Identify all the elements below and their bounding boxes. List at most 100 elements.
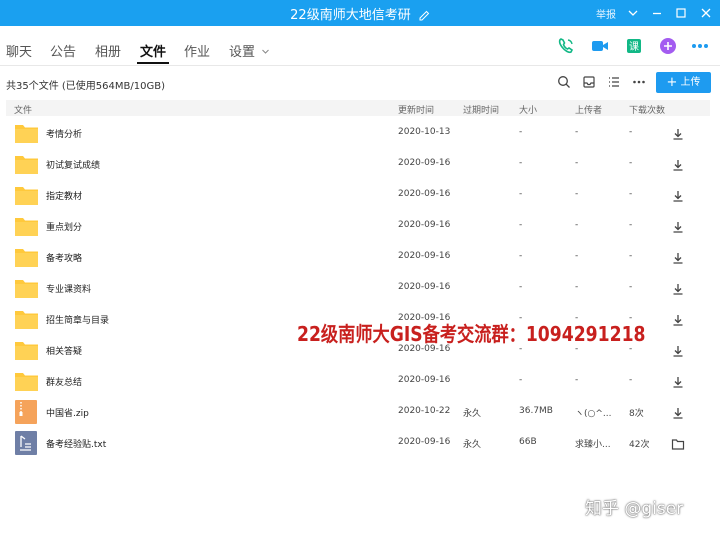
more-icon[interactable]: [690, 36, 710, 56]
tab-files[interactable]: 文件: [140, 41, 166, 60]
folder-icon: [14, 183, 39, 207]
file-downloads: 42次: [629, 440, 650, 450]
file-size: -: [519, 127, 523, 137]
file-expires: 永久: [463, 440, 482, 450]
file-downloads: -: [629, 189, 633, 199]
folder-icon: [14, 245, 39, 269]
file-size: 66B: [519, 437, 537, 447]
file-size: -: [519, 251, 523, 261]
table-header: [6, 100, 710, 116]
table-row[interactable]: 备考攻略 2020-09-16 - - -: [6, 242, 710, 273]
download-icon[interactable]: [671, 219, 685, 233]
column-downloads[interactable]: 下载次数: [629, 103, 665, 116]
tab-notice[interactable]: 公告: [50, 41, 76, 60]
file-name[interactable]: 考情分析: [46, 127, 82, 140]
zhihu-watermark: 知乎 @giser: [585, 499, 684, 519]
video-icon[interactable]: [590, 36, 610, 56]
column-file[interactable]: 文件: [14, 103, 32, 116]
file-expires: 永久: [463, 409, 482, 419]
table-row[interactable]: 指定教材 2020-09-16 - - -: [6, 180, 710, 211]
file-size: 36.7MB: [519, 406, 553, 416]
file-uploader: -: [575, 251, 579, 261]
table-row[interactable]: 考情分析 2020-10-13 - - -: [6, 118, 710, 149]
file-uploader: -: [575, 189, 579, 199]
file-name[interactable]: 专业课资料: [46, 282, 91, 295]
maximize-icon[interactable]: [672, 4, 690, 22]
chevron-down-icon[interactable]: [624, 4, 642, 22]
file-name[interactable]: 指定教材: [46, 189, 82, 202]
add-app-icon[interactable]: [658, 36, 678, 56]
file-size: -: [519, 220, 523, 230]
download-icon[interactable]: [671, 250, 685, 264]
chevron-down-icon: [262, 49, 270, 54]
file-updated: 2020-09-16: [398, 251, 451, 261]
download-icon[interactable]: [671, 343, 685, 357]
file-summary: 共35个文件 (已使用564MB/10GB): [6, 81, 165, 92]
file-uploader: ヽ(○^...: [575, 409, 612, 419]
file-downloads: -: [629, 220, 633, 230]
file-updated: 2020-09-16: [398, 375, 451, 385]
upload-button[interactable]: + 上传: [656, 72, 711, 93]
inbox-icon[interactable]: [582, 75, 596, 89]
edit-icon[interactable]: [419, 10, 430, 21]
file-name[interactable]: 招生简章与目录: [46, 313, 109, 326]
download-icon[interactable]: [671, 281, 685, 295]
file-name[interactable]: 相关答疑: [46, 344, 82, 357]
file-downloads: 8次: [629, 409, 644, 419]
divider: [0, 65, 720, 66]
file-updated: 2020-10-13: [398, 127, 451, 137]
column-updated[interactable]: 更新时间: [398, 103, 434, 116]
folder-icon: [14, 214, 39, 238]
list-view-icon[interactable]: [607, 75, 621, 89]
file-name[interactable]: 群友总结: [46, 375, 82, 388]
table-row[interactable]: 备考经验贴.txt 2020-09-16 永久 66B 求臻小... 42次: [6, 428, 710, 459]
file-downloads: -: [629, 282, 633, 292]
table-row[interactable]: 专业课资料 2020-09-16 - - -: [6, 273, 710, 304]
download-icon[interactable]: [671, 188, 685, 202]
file-updated: 2020-09-16: [398, 282, 451, 292]
column-expires[interactable]: 过期时间: [463, 103, 499, 116]
download-icon[interactable]: [671, 374, 685, 388]
file-uploader: -: [575, 282, 579, 292]
download-icon[interactable]: [671, 405, 685, 419]
tab-settings[interactable]: 设置: [229, 41, 270, 60]
table-row[interactable]: 中国省.zip 2020-10-22 永久 36.7MB ヽ(○^... 8次: [6, 397, 710, 428]
tab-album[interactable]: 相册: [95, 41, 121, 60]
title-bar: 22级南师大地信考研 举报: [0, 0, 720, 26]
download-icon[interactable]: [671, 126, 685, 140]
tab-chat[interactable]: 聊天: [6, 41, 32, 60]
table-row[interactable]: 群友总结 2020-09-16 - - -: [6, 366, 710, 397]
file-uploader: -: [575, 375, 579, 385]
upload-label: 上传: [680, 77, 701, 88]
tab-homework[interactable]: 作业: [184, 41, 210, 60]
file-name[interactable]: 备考经验贴.txt: [46, 437, 106, 450]
file-name[interactable]: 备考攻略: [46, 251, 82, 264]
folder-icon: [14, 276, 39, 300]
minimize-icon[interactable]: [648, 4, 666, 22]
column-size[interactable]: 大小: [519, 103, 537, 116]
more-options-icon[interactable]: [632, 75, 646, 89]
file-name[interactable]: 重点划分: [46, 220, 82, 233]
file-uploader: -: [575, 220, 579, 230]
report-link[interactable]: 举报: [596, 6, 616, 21]
folder-icon: [14, 307, 39, 331]
file-updated: 2020-09-16: [398, 437, 451, 447]
download-icon[interactable]: [671, 312, 685, 326]
column-uploader[interactable]: 上传者: [575, 103, 602, 116]
table-row[interactable]: 重点划分 2020-09-16 - - -: [6, 211, 710, 242]
svg-text:课: 课: [629, 41, 639, 53]
class-icon[interactable]: 课: [624, 36, 644, 56]
close-icon[interactable]: [697, 4, 715, 22]
qq-group-watermark: 22级南师大GIS备考交流群：1094291218: [297, 322, 646, 346]
download-icon[interactable]: [671, 157, 685, 171]
phone-icon[interactable]: [556, 36, 576, 56]
search-icon[interactable]: [557, 75, 571, 89]
zip-file-icon: [14, 400, 39, 424]
open-folder-icon[interactable]: [671, 436, 685, 450]
folder-icon: [14, 121, 39, 145]
file-name[interactable]: 中国省.zip: [46, 406, 89, 419]
file-updated: 2020-09-16: [398, 189, 451, 199]
file-name[interactable]: 初试复试成绩: [46, 158, 100, 171]
table-row[interactable]: 初试复试成绩 2020-09-16 - - -: [6, 149, 710, 180]
file-uploader: -: [575, 127, 579, 137]
